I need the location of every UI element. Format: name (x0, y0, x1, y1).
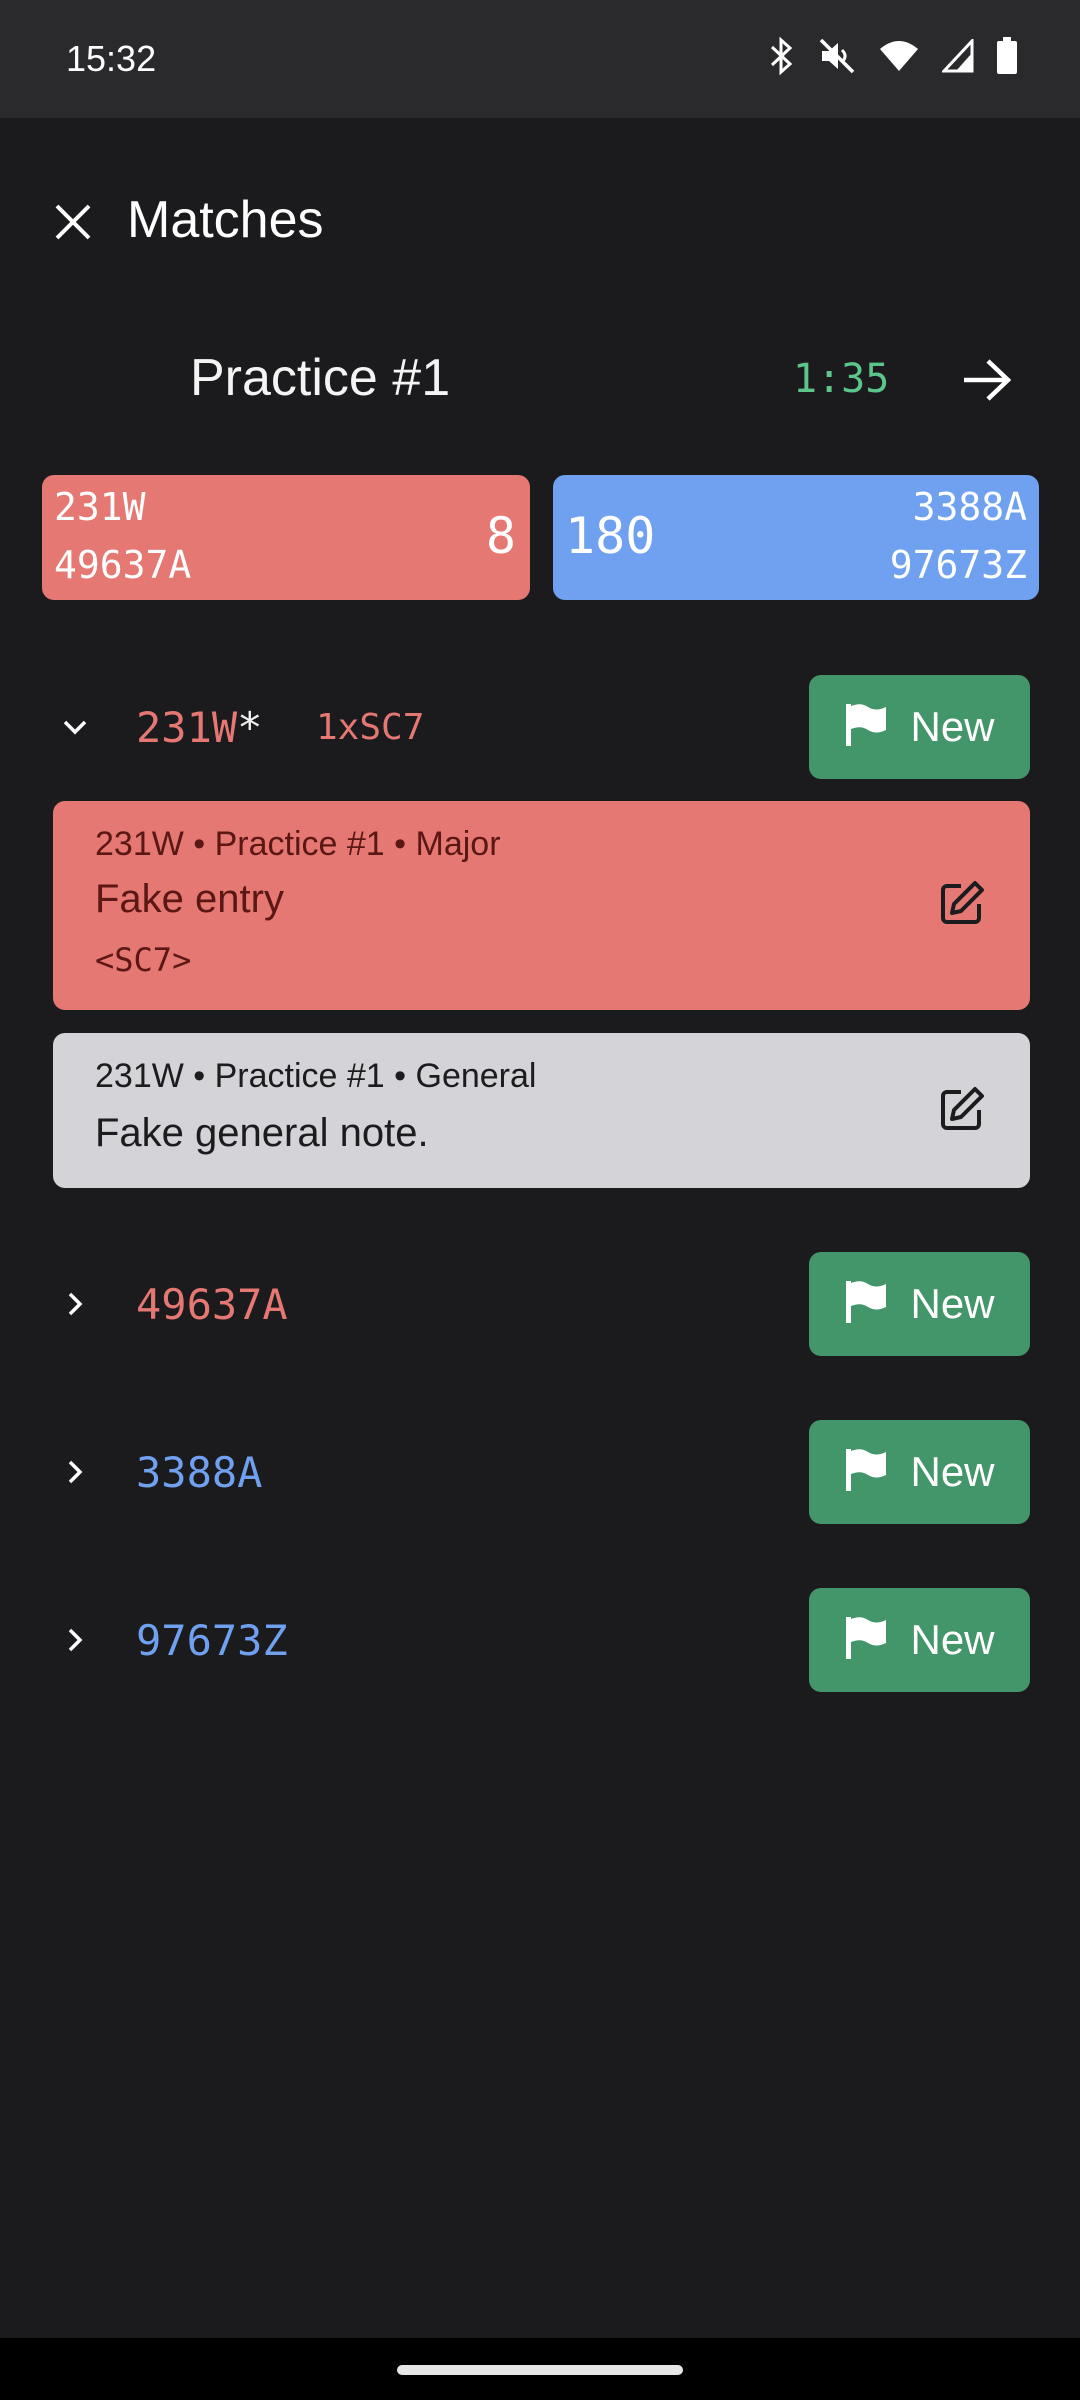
team-row[interactable]: 97673Z New (0, 1588, 1080, 1692)
next-match-button[interactable] (955, 350, 1019, 414)
arrow-right-icon (962, 358, 1012, 407)
signal-icon (942, 39, 974, 73)
blue-team-1: 3388A (912, 485, 1027, 529)
new-button-label: New (910, 1616, 995, 1663)
bluetooth-icon (766, 36, 796, 76)
edit-icon (939, 880, 985, 931)
new-note-button[interactable]: New (809, 675, 1030, 779)
edit-icon (939, 1086, 985, 1137)
note-code: <SC7> (95, 941, 192, 979)
mute-icon (818, 37, 856, 75)
status-bar: 15:32 (0, 0, 1080, 118)
battery-icon (996, 37, 1018, 75)
edit-note-button[interactable] (936, 879, 988, 931)
penalty-summary: 1xSC7 (316, 707, 425, 748)
note-meta: 231W • Practice #1 • Major (95, 825, 501, 863)
wifi-icon (878, 39, 920, 73)
flag-icon (844, 1615, 888, 1666)
app-bar-title: Matches (127, 191, 324, 249)
new-button-label: New (910, 1280, 995, 1327)
new-note-button[interactable]: New (809, 1588, 1030, 1692)
flag-icon (844, 1279, 888, 1330)
team-row[interactable]: 3388A New (0, 1420, 1080, 1524)
close-icon (53, 202, 93, 247)
match-title: Practice #1 (190, 349, 451, 407)
red-score: 8 (485, 507, 516, 565)
match-timer: 1:35 (793, 356, 890, 402)
note-text: Fake general note. (95, 1111, 429, 1155)
blue-score: 180 (565, 507, 656, 565)
team-number: 97673Z (136, 1616, 288, 1665)
status-time: 15:32 (66, 38, 157, 79)
flag-icon (844, 702, 888, 753)
status-icons (766, 36, 1018, 76)
blue-alliance-card: 180 3388A 97673Z (553, 475, 1039, 600)
close-button[interactable] (44, 195, 102, 253)
new-note-button[interactable]: New (809, 1420, 1030, 1524)
red-team-2: 49637A (54, 543, 192, 587)
modified-star: * (237, 703, 263, 752)
chevron-right-icon[interactable] (55, 1452, 95, 1492)
blue-team-2: 97673Z (889, 543, 1027, 587)
team-number: 231W* (136, 703, 262, 752)
app-bar: Matches (0, 118, 1080, 328)
red-team-1: 231W (54, 485, 146, 529)
note-card-general[interactable]: 231W • Practice #1 • General Fake genera… (53, 1033, 1030, 1188)
team-row[interactable]: 49637A New (0, 1252, 1080, 1356)
new-button-label: New (910, 703, 995, 750)
edit-note-button[interactable] (936, 1085, 988, 1137)
chevron-right-icon[interactable] (55, 1284, 95, 1324)
team-number: 49637A (136, 1280, 288, 1329)
home-gesture-handle[interactable] (397, 2365, 683, 2375)
chevron-down-icon[interactable] (55, 707, 95, 747)
flag-icon (844, 1447, 888, 1498)
note-text: Fake entry (95, 877, 284, 921)
note-meta: 231W • Practice #1 • General (95, 1057, 537, 1095)
team-number-label: 231W (136, 703, 238, 752)
note-card-major[interactable]: 231W • Practice #1 • Major Fake entry <S… (53, 801, 1030, 1010)
red-alliance-card: 231W 49637A 8 (42, 475, 530, 600)
new-note-button[interactable]: New (809, 1252, 1030, 1356)
new-button-label: New (910, 1448, 995, 1495)
team-row[interactable]: 231W* 1xSC7 New (0, 675, 1080, 779)
team-number: 3388A (136, 1448, 263, 1497)
chevron-right-icon[interactable] (55, 1620, 95, 1660)
